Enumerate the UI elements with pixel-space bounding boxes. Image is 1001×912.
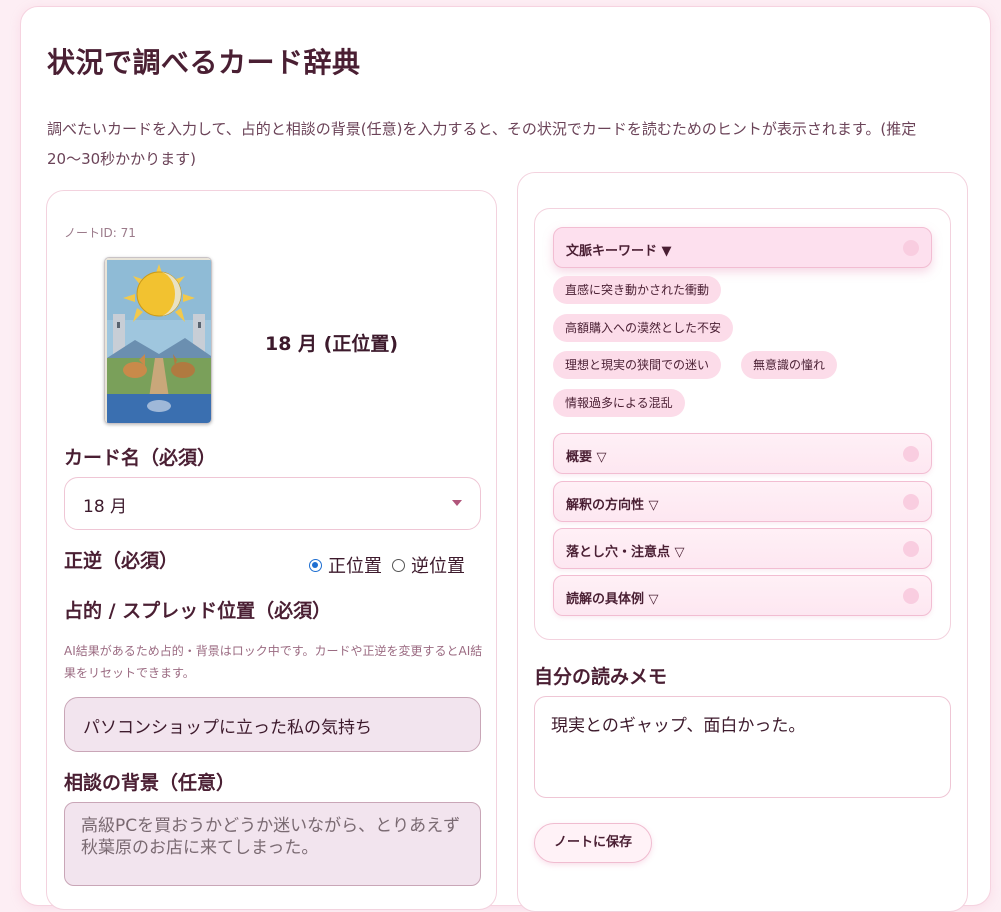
keyword-chip: 無意識の憧れ [741, 351, 838, 379]
memo-label: 自分の読みメモ [534, 666, 668, 688]
background-label: 相談の背景（任意） [64, 772, 236, 794]
accordion-examples[interactable]: 読解の具体例 ▽ [553, 575, 932, 616]
accordion-pitfalls-label: 落とし穴・注意点 ▽ [566, 545, 685, 560]
radio-reversed-indicator[interactable] [392, 558, 405, 572]
accordion-pitfalls[interactable]: 落とし穴・注意点 ▽ [553, 528, 932, 569]
radio-reversed-label: 逆位置 [411, 556, 465, 577]
accordion-overview-label: 概要 ▽ [566, 450, 607, 465]
chevron-down-icon [452, 500, 462, 506]
input-panel: ノートID: 71 18 月 (正位置) カード名（必須） 18 月 正逆（必須… [46, 190, 497, 910]
accordion-keywords-label: 文脈キーワード ▼ [566, 244, 672, 259]
keyword-chip: 情報過多による混乱 [553, 389, 685, 417]
orientation-label: 正逆（必須） [64, 550, 179, 572]
toggle-dot-icon [903, 541, 919, 557]
question-label: 占的 / スプレッド位置（必須） [64, 600, 332, 622]
radio-upright-indicator[interactable] [309, 558, 322, 572]
accordion-keywords[interactable]: 文脈キーワード ▼ [553, 227, 932, 268]
result-panel: 文脈キーワード ▼ 直感に突き動かされた衝動 高額購入への漠然とした不安 理想と… [517, 172, 968, 912]
keyword-chip: 高額購入への漠然とした不安 [553, 314, 734, 342]
toggle-dot-icon [903, 446, 919, 462]
card-name-select[interactable]: 18 月 [64, 477, 481, 530]
question-input[interactable]: パソコンショップに立った私の気持ち [64, 697, 481, 752]
radio-upright[interactable]: 正位置 [309, 552, 382, 578]
background-textarea[interactable]: 高級PCを買おうかどうか迷いながら、とりあえず秋葉原のお店に来てしまった。 [64, 802, 481, 886]
page-title: 状況で調べるカード辞典 [47, 46, 361, 79]
radio-reversed[interactable]: 逆位置 [392, 552, 465, 578]
lock-note: AI結果があるため占的・背景はロック中です。カードや正逆を変更するとAI結果をリ… [64, 644, 483, 680]
card-name-value: 18 月 [83, 497, 128, 517]
accordion-examples-label: 読解の具体例 ▽ [566, 592, 659, 607]
keyword-chip: 理想と現実の狭間での迷い [553, 351, 722, 379]
accordion-interpretation[interactable]: 解釈の方向性 ▽ [553, 481, 932, 522]
toggle-dot-icon [903, 494, 919, 510]
card-image-moon [104, 257, 212, 424]
radio-upright-label: 正位置 [328, 556, 382, 577]
page-container: 状況で調べるカード辞典 調べたいカードを入力して、占的と相談の背景(任意)を入力… [20, 6, 991, 912]
card-name-label: カード名（必須） [64, 447, 217, 469]
orientation-radio-group: 正位置 逆位置 [309, 552, 465, 578]
ai-result-box: 文脈キーワード ▼ 直感に突き動かされた衝動 高額購入への漠然とした不安 理想と… [534, 208, 951, 640]
accordion-overview[interactable]: 概要 ▽ [553, 433, 932, 474]
page-description: 調べたいカードを入力して、占的と相談の背景(任意)を入力すると、その状況でカード… [47, 120, 917, 168]
card-caption: 18 月 (正位置) [265, 333, 399, 355]
save-note-button[interactable]: ノートに保存 [534, 823, 652, 863]
memo-textarea[interactable]: 現実とのギャップ、面白かった。 [534, 696, 951, 798]
toggle-dot-icon [903, 240, 919, 256]
note-id: ノートID: 71 [64, 226, 136, 240]
toggle-dot-icon [903, 588, 919, 604]
accordion-interpretation-label: 解釈の方向性 ▽ [566, 498, 659, 513]
moon-card-icon [105, 258, 211, 423]
keyword-chip: 直感に突き動かされた衝動 [553, 276, 722, 304]
